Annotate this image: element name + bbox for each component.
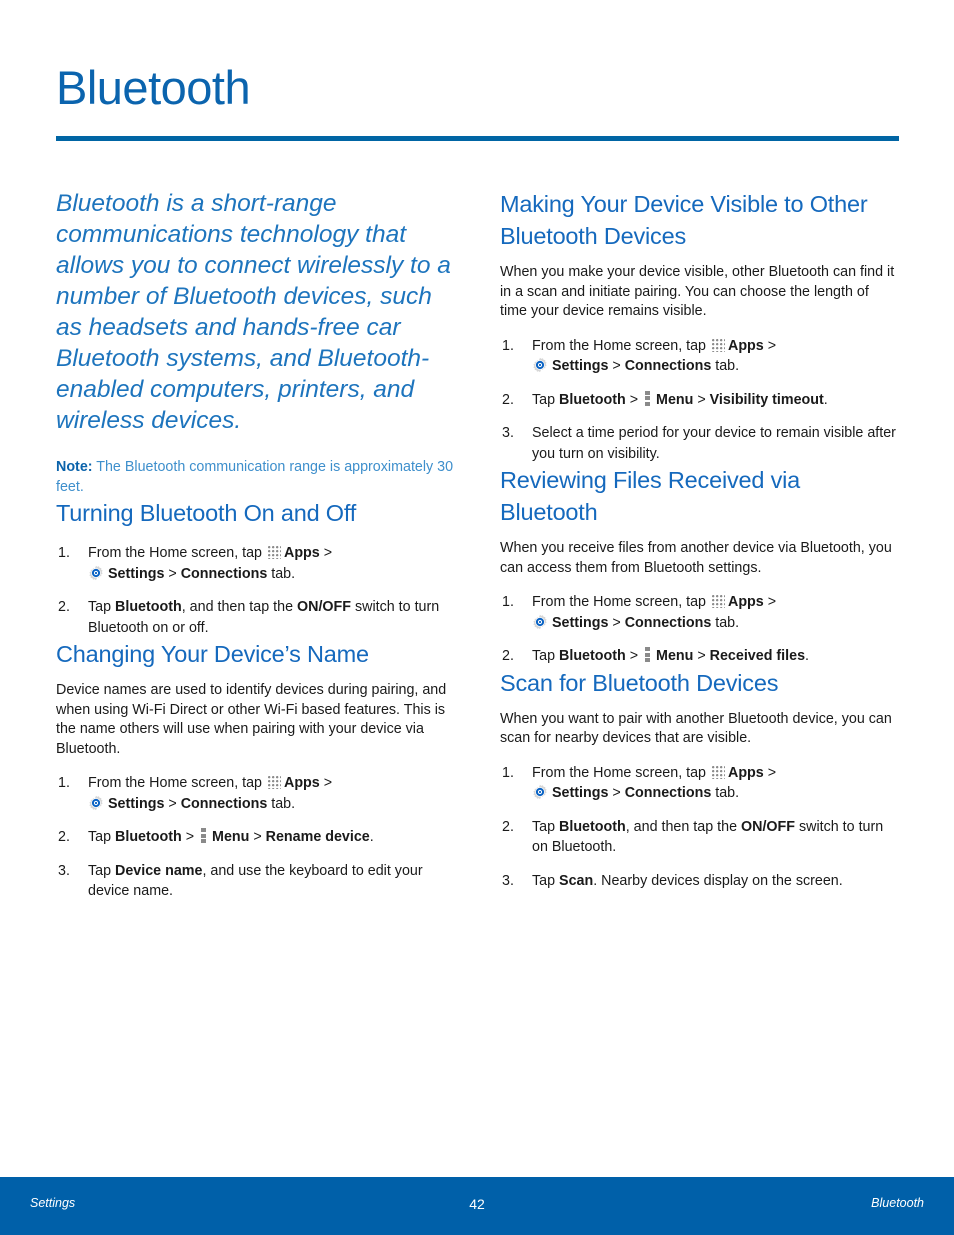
emphasis-term: Connections [180,565,268,582]
emphasis-term: Apps [728,337,764,354]
step-list: 1. From the Home screen, tap Apps > Setti… [500,592,899,667]
emphasis-term: ON/OFF [297,599,352,615]
menu-vertical-dots-icon [645,390,651,406]
two-column-layout: Bluetooth is a short-range communication… [56,188,899,902]
footer-right-label: Bluetooth [871,1196,924,1210]
emphasis-term: Settings [108,565,165,582]
emphasis-term: Menu [656,648,694,664]
manual-page: Bluetooth Bluetooth is a short-range com… [0,0,954,1235]
emphasis-term: Connections [624,358,712,374]
emphasis-term: Bluetooth [559,391,626,408]
apps-grid-icon [268,776,281,789]
section-heading: Changing Your Device’s Name [56,641,369,667]
apps-grid-icon [712,765,725,779]
title-divider [56,136,899,141]
page-footer: Settings 42 Bluetooth [0,1177,954,1235]
emphasis-term: Menu [656,391,694,408]
settings-gear-icon [532,357,548,373]
step-item: 1. From the Home screen, tap Apps > Setti… [502,764,777,802]
section-paragraph: When you make your device visible, other… [500,264,895,319]
step-list: 1. From the Home screen, tap Apps > Setti… [500,763,899,892]
step-item: 2. Tap Bluetooth > Menu > Received files. [500,646,899,667]
step-list: 1. From the Home screen, tap Apps > Setti… [56,773,455,902]
emphasis-term: Settings [552,785,609,801]
step-number: 3. [502,425,514,441]
section-paragraph: When you receive files from another devi… [500,540,892,576]
left-sections-container: Turning Bluetooth On and Off 1. From the H… [56,497,455,902]
step-number: 3. [502,872,514,889]
step-number: 2. [502,391,514,408]
step-number: 1. [502,594,514,610]
step-number: 1. [502,337,514,354]
section-heading: Scan for Bluetooth Devices [500,669,779,696]
footer-page-number: 42 [469,1196,485,1212]
step-number: 3. [58,862,70,879]
step-number: 2. [58,829,70,845]
section-paragraph: When you want to pair with another Bluet… [500,710,892,747]
emphasis-term: Apps [728,764,764,781]
emphasis-term: Bluetooth [115,829,182,845]
emphasis-term: Visibility timeout [709,391,824,408]
section-heading: Turning Bluetooth On and Off [56,500,357,526]
step-number: 2. [58,599,70,615]
step-item: 1. From the Home screen, tap Apps > Setti… [58,545,333,582]
emphasis-term: Connections [624,614,712,631]
intro-paragraph: Bluetooth is a short-range communication… [56,190,451,434]
step-list: 1. From the Home screen, tap Apps > Setti… [56,543,455,638]
emphasis-term: Rename device [265,829,370,845]
emphasis-term: Bluetooth [559,648,626,664]
note-text: The Bluetooth communication range is app… [56,459,454,495]
emphasis-term: Connections [180,795,268,812]
settings-gear-icon [532,784,548,800]
section-paragraph: Device names are used to identify device… [56,682,447,757]
step-item: 2. Tap Bluetooth, and then tap the ON/OFF… [502,818,884,856]
settings-gear-icon [88,795,104,811]
note-paragraph: Note: The Bluetooth communication range … [56,458,455,497]
menu-vertical-dots-icon [201,828,207,843]
step-item: 3. Tap Scan. Nearby devices display on th… [500,871,899,892]
step-number: 2. [502,648,514,664]
emphasis-term: Settings [552,358,609,374]
note-label: Note: [56,459,93,475]
step-item: 2. Tap Bluetooth > Menu > Visibility time… [500,390,899,411]
left-column: Bluetooth is a short-range communication… [56,188,455,902]
settings-gear-icon [88,565,104,581]
emphasis-term: Menu [212,829,250,845]
emphasis-term: Settings [108,795,165,812]
settings-gear-icon [532,614,548,630]
step-item: 3. Select a time period for your device t… [502,425,896,462]
step-number: 1. [58,545,70,561]
emphasis-term: ON/OFF [741,818,796,835]
step-number: 1. [502,764,514,781]
emphasis-term: Device name [115,862,203,879]
step-item: 1. From the Home screen, tap Apps > Setti… [502,594,777,631]
emphasis-term: Received files [709,648,806,664]
step-list: 1. From the Home screen, tap Apps > Setti… [500,336,899,465]
emphasis-term: Bluetooth [115,599,182,615]
section-heading: Reviewing Files Received via Bluetooth [500,467,801,525]
step-number: 2. [502,818,514,835]
menu-vertical-dots-icon [645,647,651,662]
section-heading: Making Your Device Visible to Other Blue… [500,191,868,249]
apps-grid-icon [712,338,725,352]
emphasis-term: Settings [552,614,609,631]
step-item: 2. Tap Bluetooth > Menu > Rename device. [56,827,455,848]
right-sections-container: Making Your Device Visible to Other Blue… [500,188,899,891]
emphasis-term: Bluetooth [559,818,626,835]
step-number: 1. [58,775,70,791]
emphasis-term: Connections [624,785,712,801]
step-item: 3. Tap Device name, and use the keyboard … [58,862,423,900]
right-column: Making Your Device Visible to Other Blue… [500,188,899,902]
apps-grid-icon [268,546,281,559]
emphasis-term: Apps [284,545,320,561]
emphasis-term: Scan [559,872,594,889]
page-title: Bluetooth [56,61,251,114]
emphasis-term: Apps [284,775,320,791]
step-item: 1. From the Home screen, tap Apps > Setti… [502,337,777,375]
apps-grid-icon [712,595,725,608]
step-item: 2. Tap Bluetooth, and then tap the ON/OFF… [58,599,440,636]
step-item: 1. From the Home screen, tap Apps > Setti… [58,775,333,812]
emphasis-term: Apps [728,594,764,610]
